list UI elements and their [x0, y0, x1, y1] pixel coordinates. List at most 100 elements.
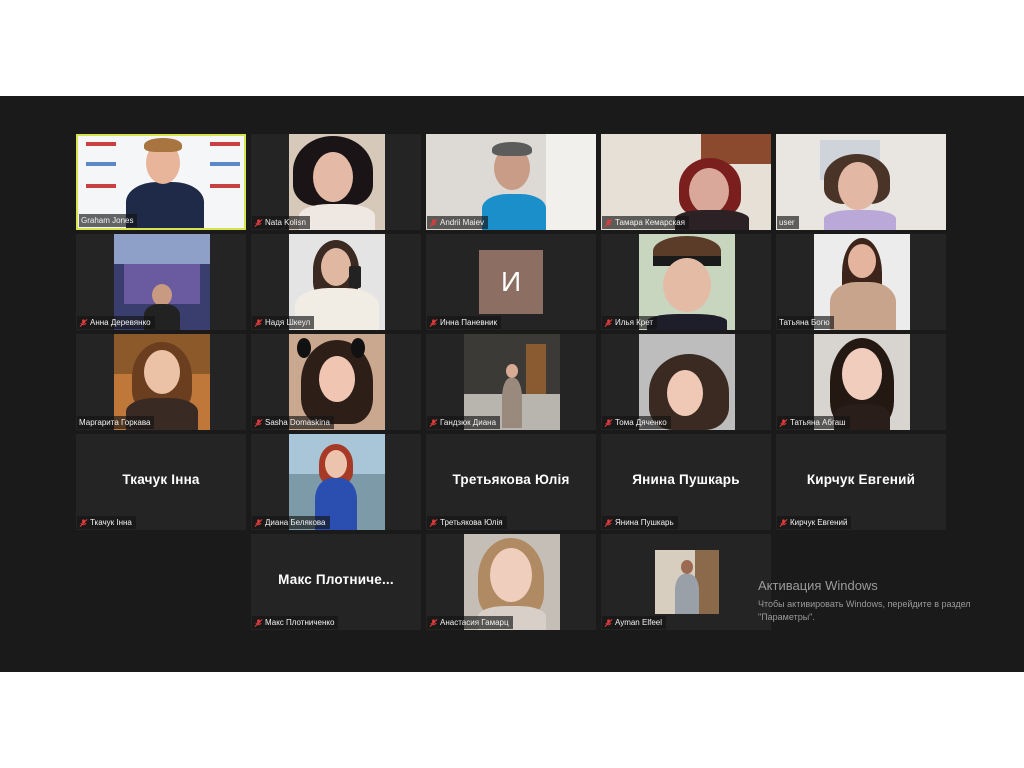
video-tile-tatyana-bogyu[interactable]: Татьяна Богю	[776, 234, 946, 330]
video-tile-user[interactable]: user	[776, 134, 946, 230]
participant-name-bar: Диана Белякова	[252, 516, 330, 529]
participant-name: Макс Плотниченко	[265, 618, 335, 627]
mic-muted-icon	[779, 518, 788, 527]
participant-name-bar: Татьяна Богю	[777, 316, 834, 329]
mic-muted-icon	[604, 518, 613, 527]
video-tile-ilya-kret[interactable]: Илья Крет	[601, 234, 771, 330]
participant-display-name: Ткачук Інна	[122, 472, 200, 487]
participant-name: Третьякова Юлія	[440, 518, 503, 527]
participant-name-bar: Ткачук Інна	[77, 516, 136, 529]
mic-muted-icon	[604, 618, 613, 627]
video-tile-gandzyuk-diana[interactable]: Гандзюк Диана	[426, 334, 596, 430]
mic-muted-icon	[429, 418, 438, 427]
video-tile-anastasiya-gamarts[interactable]: Анастасия Гамарц	[426, 534, 596, 630]
mic-muted-icon	[79, 518, 88, 527]
participant-name-bar: user	[777, 216, 799, 229]
video-tile-andrii-maiev[interactable]: Andrii Maiev	[426, 134, 596, 230]
participant-name: Тома Дяченко	[615, 418, 667, 427]
video-tile-tretyakova-yuliya[interactable]: Третьякова Юлія Третьякова Юлія	[426, 434, 596, 530]
participant-name: Янина Пушкарь	[615, 518, 674, 527]
mic-muted-icon	[254, 518, 263, 527]
participant-name-bar: Тамара Кемарская	[602, 216, 690, 229]
participant-name: Гандзюк Диана	[440, 418, 497, 427]
participant-name-bar: Nata Kolisn	[252, 216, 310, 229]
video-tile-maks-plotnichenko[interactable]: Макс Плотниче... Макс Плотниченко	[251, 534, 421, 630]
video-tile-sasha-domaskina[interactable]: Sasha Domaskina	[251, 334, 421, 430]
mic-muted-icon	[429, 618, 438, 627]
participant-name: Татьяна Богю	[779, 318, 830, 327]
participant-name: Татьяна Абгаш	[790, 418, 846, 427]
participant-name: Анастасия Гамарц	[440, 618, 509, 627]
video-tile-nadya-shkeul[interactable]: Надя Шкеул	[251, 234, 421, 330]
participant-name-bar: Инна Паневник	[427, 316, 501, 329]
mic-muted-icon	[779, 418, 788, 427]
video-tile-graham-jones[interactable]: Graham Jones	[76, 134, 246, 230]
mic-muted-icon	[254, 418, 263, 427]
participant-name: Кирчук Евгений	[790, 518, 848, 527]
participant-display-name: Третьякова Юлія	[452, 472, 570, 487]
participant-initial-avatar: И	[479, 250, 543, 314]
video-tile-ayman-elfeel[interactable]: Ayman Elfeel	[601, 534, 771, 630]
participant-name-bar: Анастасия Гамарц	[427, 616, 513, 629]
participant-name: Sasha Domaskina	[265, 418, 330, 427]
activation-title: Активация Windows	[758, 578, 878, 593]
mic-muted-icon	[79, 318, 88, 327]
video-tile-diana-belyakova[interactable]: Диана Белякова	[251, 434, 421, 530]
participant-name: Анна Деревянко	[90, 318, 151, 327]
participant-name-bar: Ayman Elfeel	[602, 616, 666, 629]
video-tile-kirchuk-evgeniy[interactable]: Кирчук Евгений Кирчук Евгений	[776, 434, 946, 530]
video-tile-toma-dyachenko[interactable]: Тома Дяченко	[601, 334, 771, 430]
participant-name: Маргарита Горкава	[79, 418, 151, 427]
mic-muted-icon	[254, 218, 263, 227]
participant-name-bar: Надя Шкеул	[252, 316, 315, 329]
participant-name: Nata Kolisn	[265, 218, 306, 227]
video-tile-tatyana-abgash[interactable]: Татьяна Абгаш	[776, 334, 946, 430]
participant-name-bar: Graham Jones	[79, 214, 138, 227]
participant-name: Надя Шкеул	[265, 318, 311, 327]
participant-display-name: Кирчук Евгений	[806, 472, 916, 487]
participant-name-bar: Анна Деревянко	[77, 316, 155, 329]
participant-name: Диана Белякова	[265, 518, 326, 527]
video-tile-margarita-gorkava[interactable]: Маргарита Горкава	[76, 334, 246, 430]
mic-muted-icon	[604, 218, 613, 227]
video-feed	[655, 550, 719, 614]
video-tile-yanina-pushkar[interactable]: Янина Пушкарь Янина Пушкарь	[601, 434, 771, 530]
participant-name: Graham Jones	[81, 216, 134, 225]
participant-name: user	[779, 218, 795, 227]
mic-muted-icon	[429, 518, 438, 527]
participant-name-bar: Татьяна Абгаш	[777, 416, 850, 429]
participant-name-bar: Кирчук Евгений	[777, 516, 852, 529]
video-tile-anna-derevyanko[interactable]: Анна Деревянко	[76, 234, 246, 330]
mic-muted-icon	[604, 318, 613, 327]
participant-name: Инна Паневник	[440, 318, 497, 327]
participant-name: Тамара Кемарская	[615, 218, 686, 227]
mic-muted-icon	[429, 218, 438, 227]
activation-line-1: Чтобы активировать Windows, перейдите в …	[758, 599, 971, 609]
participant-name-bar: Гандзюк Диана	[427, 416, 501, 429]
video-tile-nata-kolisn[interactable]: Nata Kolisn	[251, 134, 421, 230]
participant-name-bar: Третьякова Юлія	[427, 516, 507, 529]
video-tile-tkachuk-inna[interactable]: Ткачук Інна Ткачук Інна	[76, 434, 246, 530]
participant-name: Andrii Maiev	[440, 218, 485, 227]
participant-display-name: Макс Плотниче...	[278, 572, 394, 587]
mic-muted-icon	[604, 418, 613, 427]
participant-name-bar: Andrii Maiev	[427, 216, 489, 229]
participant-name-bar: Тома Дяченко	[602, 416, 671, 429]
video-feed	[776, 134, 946, 230]
mic-muted-icon	[429, 318, 438, 327]
mic-muted-icon	[254, 318, 263, 327]
participant-name-bar: Маргарита Горкава	[77, 416, 155, 429]
participant-name: Ткачук Інна	[90, 518, 132, 527]
participant-name: Илья Крет	[615, 318, 654, 327]
participant-name-bar: Илья Крет	[602, 316, 658, 329]
participant-name: Ayman Elfeel	[615, 618, 662, 627]
activation-line-2: "Параметры".	[758, 612, 815, 622]
participant-name-bar: Янина Пушкарь	[602, 516, 678, 529]
participant-name-bar: Макс Плотниченко	[252, 616, 339, 629]
participant-name-bar: Sasha Domaskina	[252, 416, 334, 429]
video-tile-inna-panevnik[interactable]: И Инна Паневник	[426, 234, 596, 330]
windows-activation-watermark: Активация Windows Чтобы активировать Win…	[758, 578, 971, 624]
participant-display-name: Янина Пушкарь	[632, 472, 740, 487]
video-tile-tamara-kemarskaya[interactable]: Тамара Кемарская	[601, 134, 771, 230]
mic-muted-icon	[254, 618, 263, 627]
